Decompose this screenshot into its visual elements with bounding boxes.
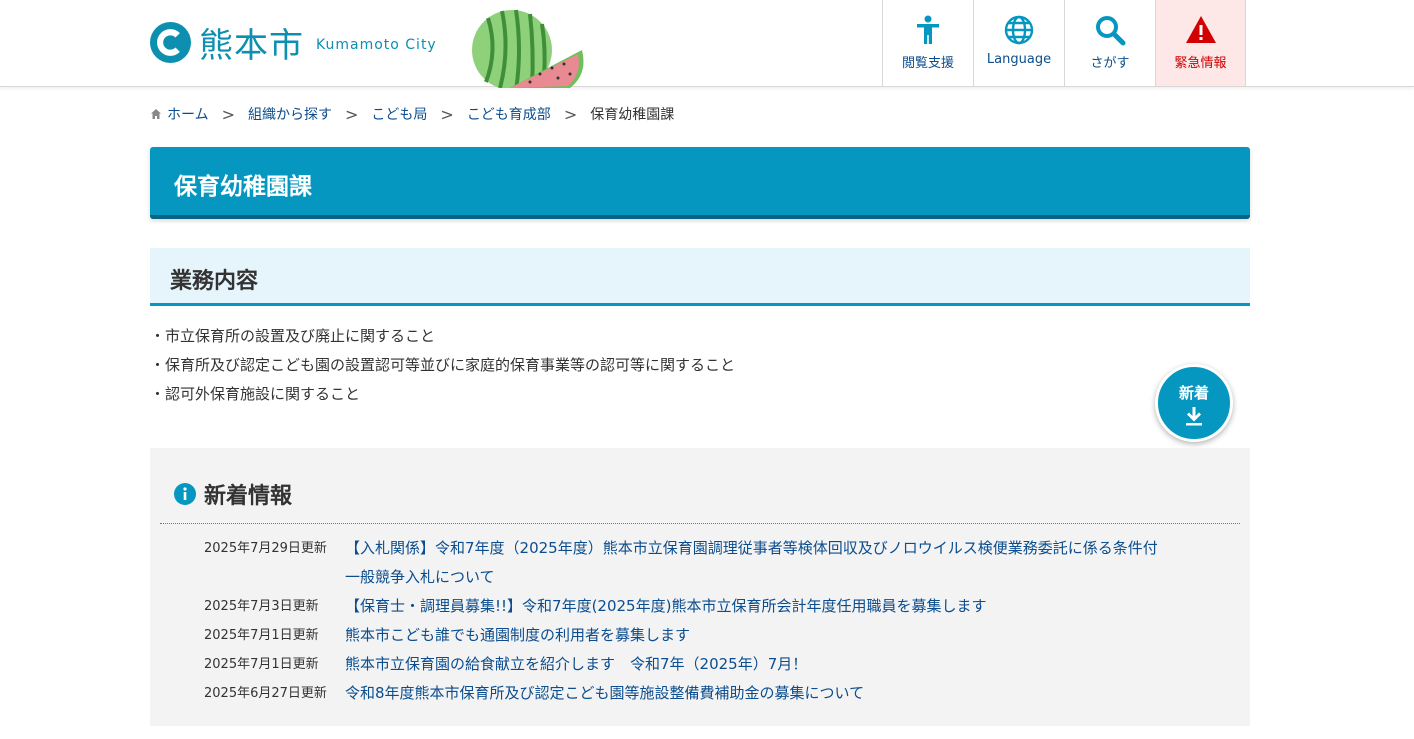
- news-date: 2025年7月1日更新: [204, 657, 319, 672]
- new-info-jump-label: 新着: [1178, 384, 1209, 402]
- news-item: 2025年7月29日更新 【入札関係】令和7年度（2025年度）熊本市立保育園調…: [204, 534, 1214, 592]
- news-link[interactable]: 熊本市立保育園の給食献立を紹介します 令和7年（2025年）7月！: [345, 650, 1165, 679]
- duty-item: ・認可外保育施設に関すること: [150, 385, 361, 403]
- news-date: 2025年6月27日更新: [204, 686, 327, 701]
- duties-heading: 業務内容: [170, 269, 259, 294]
- search-button[interactable]: さがす: [1064, 0, 1155, 86]
- breadcrumb-child-development[interactable]: こども育成部: [467, 104, 551, 124]
- duties-list: ・市立保育所の設置及び廃止に関すること ・保育所及び認定こども園の設置認可等並び…: [150, 322, 735, 409]
- arrow-down-icon: [1186, 407, 1202, 426]
- news-item: 2025年7月1日更新 熊本市立保育園の給食献立を紹介します 令和7年（2025…: [204, 650, 1214, 679]
- language-label: Language: [986, 52, 1052, 67]
- site-logo[interactable]: 熊本市 Kumamoto City: [150, 20, 437, 66]
- emergency-label: 緊急情報: [1174, 56, 1227, 71]
- news-date: 2025年7月3日更新: [204, 599, 319, 614]
- language-button[interactable]: Language: [973, 0, 1064, 86]
- globe-icon: [1004, 15, 1034, 45]
- news-link[interactable]: 【入札関係】令和7年度（2025年度）熊本市立保育園調理従事者等検体回収及びノロ…: [345, 534, 1165, 592]
- home-icon: [151, 109, 161, 119]
- news-link[interactable]: 熊本市こども誰でも通園制度の利用者を募集します: [345, 621, 1165, 650]
- new-info-jump-button[interactable]: 新着: [1155, 364, 1233, 442]
- info-icon: [174, 483, 196, 505]
- news-header: 新着情報: [174, 478, 292, 510]
- logo-subtitle: Kumamoto City: [316, 37, 437, 53]
- kumamoto-logo-mark: [150, 21, 191, 63]
- logo-text: 熊本市: [199, 25, 304, 66]
- duty-item: ・保育所及び認定こども園の設置認可等並びに家庭的保育事業等の認可等に関すること: [150, 356, 736, 374]
- news-section: 新着情報 2025年7月29日更新 【入札関係】令和7年度（2025年度）熊本市…: [150, 448, 1250, 726]
- news-link[interactable]: 令和8年度熊本市保育所及び認定こども園等施設整備費補助金の募集について: [345, 679, 1165, 708]
- search-icon: [1096, 16, 1126, 46]
- breadcrumb-home[interactable]: ホーム: [167, 104, 209, 124]
- breadcrumb: ホーム > 組織から探す > こども局 > こども育成部 > 保育幼稚園課: [150, 104, 674, 124]
- news-heading: 新着情報: [204, 484, 293, 509]
- header-tools: 閲覧支援 Language さがす 緊急情報: [882, 0, 1246, 86]
- watermelon-illustration: [472, 9, 584, 88]
- duties-heading-bar: 業務内容: [150, 248, 1250, 306]
- breadcrumb-separator: >: [440, 104, 454, 124]
- news-item: 2025年6月27日更新 令和8年度熊本市保育所及び認定こども園等施設整備費補助…: [204, 679, 1214, 708]
- breadcrumb-current: 保育幼稚園課: [590, 107, 675, 123]
- breadcrumb-separator: >: [563, 104, 578, 124]
- site-header: 熊本市 Kumamoto City 閲覧支援 Language さがす 緊急情報: [0, 0, 1414, 88]
- news-date: 2025年7月29日更新: [204, 541, 327, 556]
- news-item: 2025年7月1日更新 熊本市こども誰でも通園制度の利用者を募集します: [204, 621, 1214, 650]
- warning-icon: [1185, 16, 1216, 43]
- news-divider: [160, 523, 1240, 524]
- news-link[interactable]: 【保育士・調理員募集!!】令和7年度(2025年度)熊本市立保育所会計年度任用職…: [345, 592, 1165, 621]
- page-title-banner: 保育幼稚園課: [150, 147, 1250, 219]
- duty-item: ・市立保育所の設置及び廃止に関すること: [150, 327, 436, 345]
- search-label: さがす: [1090, 56, 1130, 71]
- breadcrumb-children-bureau[interactable]: こども局: [371, 104, 427, 124]
- breadcrumb-separator: >: [221, 104, 235, 124]
- accessibility-icon: [917, 15, 939, 44]
- news-list: 2025年7月29日更新 【入札関係】令和7年度（2025年度）熊本市立保育園調…: [204, 534, 1214, 708]
- breadcrumb-separator: >: [345, 104, 359, 124]
- accessibility-button[interactable]: 閲覧支援: [882, 0, 973, 86]
- emergency-button[interactable]: 緊急情報: [1155, 0, 1246, 86]
- news-date: 2025年7月1日更新: [204, 628, 319, 643]
- news-item: 2025年7月3日更新 【保育士・調理員募集!!】令和7年度(2025年度)熊本…: [204, 592, 1214, 621]
- accessibility-label: 閲覧支援: [901, 56, 954, 71]
- breadcrumb-organization[interactable]: 組織から探す: [248, 104, 332, 124]
- page-title: 保育幼稚園課: [174, 174, 312, 200]
